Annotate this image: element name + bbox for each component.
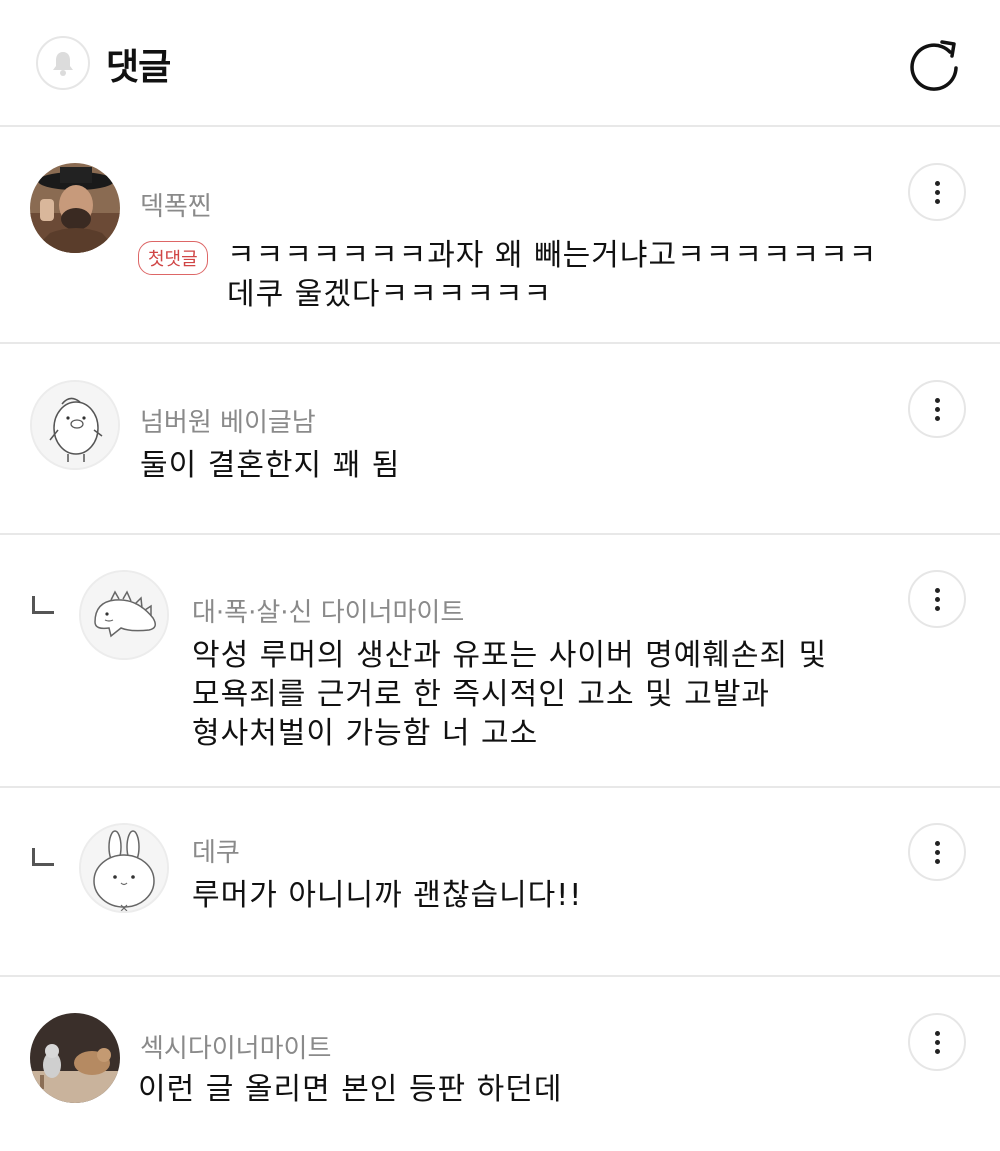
comments-header: 댓글: [0, 0, 1000, 127]
avatar[interactable]: [30, 1013, 120, 1103]
avatar[interactable]: [79, 570, 169, 660]
page-title: 댓글: [106, 47, 171, 88]
comment-text: 악성 루머의 생산과 유포는 사이버 명예훼손죄 및 모욕죄를 근거로 한 즉시…: [192, 638, 828, 751]
comment-nickname[interactable]: 덱폭찐: [140, 186, 212, 223]
more-options-button[interactable]: [908, 1013, 966, 1071]
avatar[interactable]: [79, 823, 169, 913]
comment-nickname[interactable]: 데쿠: [192, 832, 240, 869]
comment-nickname[interactable]: 대·폭·살·신 다이너마이트: [192, 592, 464, 629]
more-options-button[interactable]: [908, 380, 966, 438]
comment-nickname[interactable]: 섹시다이너마이트: [140, 1028, 331, 1065]
comment-nickname[interactable]: 넘버원 베이글남: [140, 402, 316, 439]
avatar[interactable]: [30, 380, 120, 470]
comment-text: ㅋㅋㅋㅋㅋㅋㅋ과자 왜 빼는거냐고ㅋㅋㅋㅋㅋㅋㅋ 데쿠 울겠다ㅋㅋㅋㅋㅋㅋ: [227, 238, 878, 312]
first-comment-badge: 첫댓글: [138, 241, 208, 275]
avatar[interactable]: [30, 163, 120, 253]
comment-item: [0, 344, 1000, 535]
more-options-button[interactable]: [908, 823, 966, 881]
reply-indicator-icon: [32, 848, 54, 866]
comment-text: 이런 글 올리면 본인 등판 하던데: [138, 1072, 563, 1107]
comment-text: 둘이 결혼한지 꽤 됨: [140, 448, 401, 483]
more-options-button[interactable]: [908, 570, 966, 628]
more-options-button[interactable]: [908, 163, 966, 221]
reply-indicator-icon: [32, 596, 54, 614]
comment-text: 루머가 아니니까 괜찮습니다!!: [192, 878, 583, 913]
bell-icon[interactable]: [36, 36, 90, 90]
refresh-icon[interactable]: [904, 34, 964, 94]
